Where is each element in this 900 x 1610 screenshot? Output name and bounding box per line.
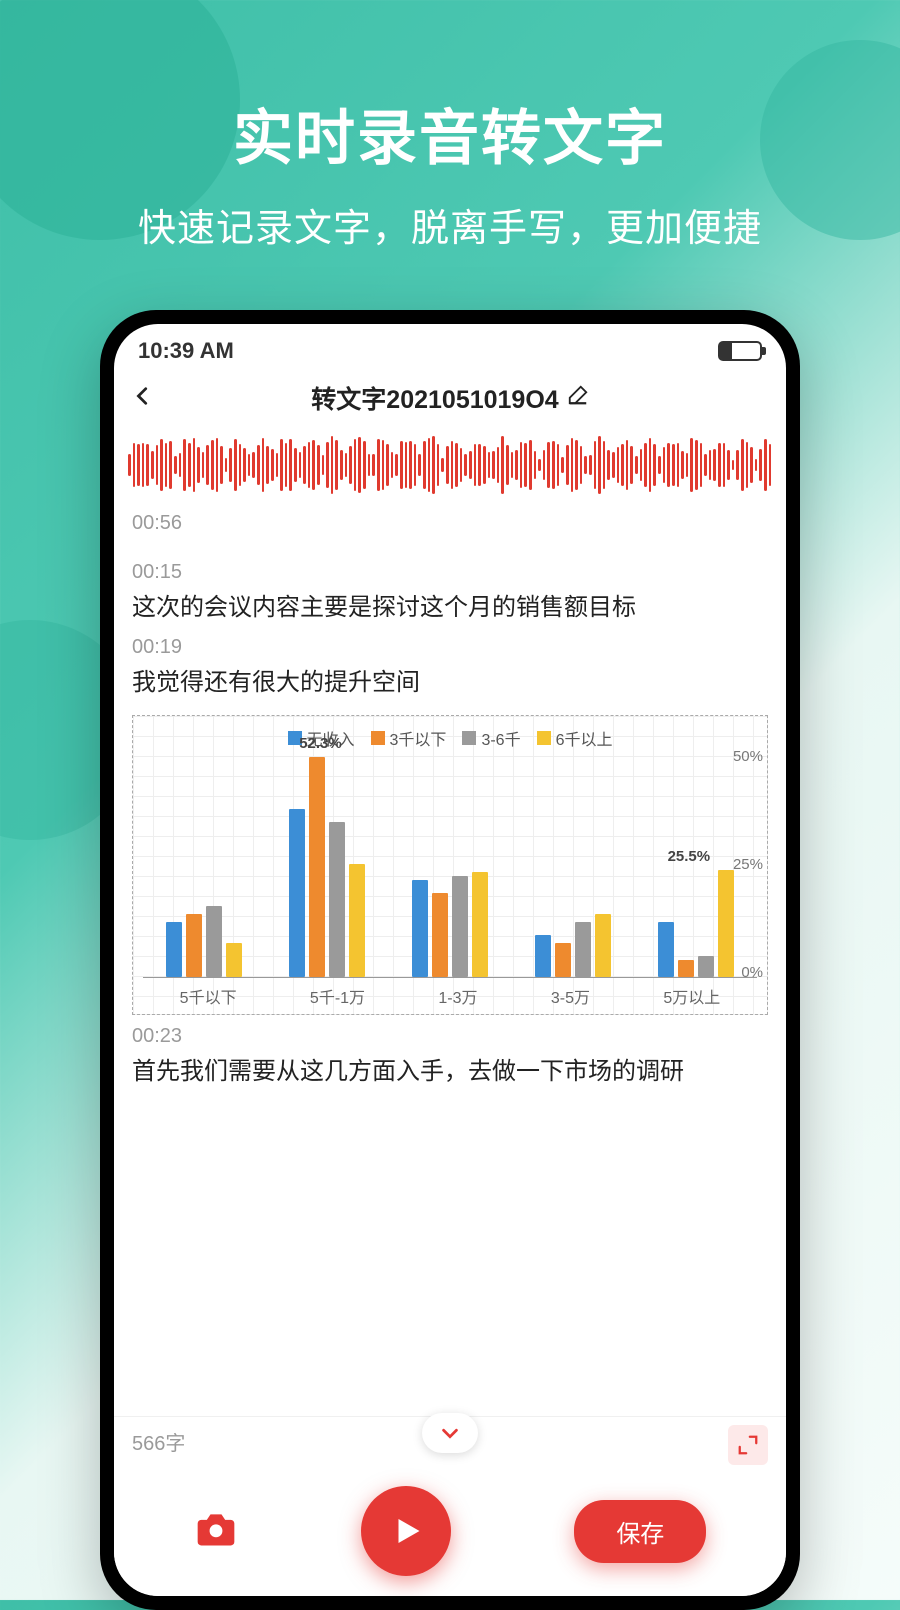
battery-icon <box>718 341 762 361</box>
bar <box>166 922 182 977</box>
bar <box>432 893 448 977</box>
y-tick: 50% <box>733 748 763 765</box>
bar <box>289 809 305 977</box>
footer-toolbar: 566字 保存 <box>114 1416 786 1596</box>
play-icon <box>388 1513 424 1549</box>
bar <box>412 880 428 977</box>
camera-button[interactable] <box>194 1507 238 1556</box>
bar-group <box>535 914 611 977</box>
back-icon[interactable] <box>132 385 154 412</box>
nav-header: 转文字2021051019O4 <box>114 370 786 430</box>
x-label: 3-5万 <box>551 984 590 1008</box>
bar <box>595 914 611 977</box>
chart-legend: 无收入3千以下3-6千6千以上 <box>143 726 757 750</box>
bar-group <box>166 906 242 977</box>
transcript-line: 我觉得还有很大的提升空间 <box>132 665 768 701</box>
bar <box>658 922 674 977</box>
transcript-area: 00:15 这次的会议内容主要是探讨这个月的销售额目标 00:19 我觉得还有很… <box>114 551 786 1416</box>
chart-plot: 52.3% 25.5% <box>143 758 757 978</box>
char-count: 566字 <box>132 1433 185 1455</box>
chart-xlabels: 5千以下 5千-1万 1-3万 3-5万 5万以上 <box>143 984 757 1008</box>
x-label: 1-3万 <box>438 984 477 1008</box>
y-tick: 25% <box>733 856 763 873</box>
expand-button[interactable] <box>728 1425 768 1465</box>
phone-frame: 10:39 AM 转文字2021051019O4 00:56 00:15 这次的… <box>100 310 800 1610</box>
collapse-button[interactable] <box>422 1413 478 1453</box>
x-label: 5千-1万 <box>310 984 365 1008</box>
bar <box>329 822 345 977</box>
timestamp: 00:23 <box>132 1025 768 1048</box>
status-bar: 10:39 AM <box>114 324 786 370</box>
bar <box>575 922 591 977</box>
x-label: 5千以下 <box>180 984 237 1008</box>
audio-waveform[interactable] <box>114 430 786 500</box>
bar <box>472 872 488 977</box>
bar <box>698 956 714 977</box>
bar <box>718 870 734 977</box>
transcript-line: 首先我们需要从这几方面入手，去做一下市场的调研 <box>132 1054 768 1090</box>
bar-group: 25.5% <box>658 870 734 977</box>
save-button[interactable]: 保存 <box>574 1500 706 1563</box>
timestamp: 00:15 <box>132 561 768 584</box>
edit-icon[interactable] <box>567 384 589 413</box>
document-title: 转文字2021051019O4 <box>311 380 558 416</box>
chart: 无收入3千以下3-6千6千以上 50% 25% 0% 52.3%25.5% 5千… <box>132 715 768 1015</box>
save-label: 保存 <box>616 1521 664 1548</box>
hero-subtitle: 快速记录文字，脱离手写，更加便捷 <box>0 197 900 252</box>
bar-group <box>412 872 488 977</box>
nav-title-wrap: 转文字2021051019O4 <box>166 380 734 416</box>
legend-item: 3千以下 <box>371 726 447 750</box>
bar <box>349 864 365 977</box>
playback-position: 00:56 <box>114 506 786 551</box>
y-tick: 0% <box>741 964 763 981</box>
bar <box>206 906 222 977</box>
hero-title: 实时录音转文字 <box>0 90 900 177</box>
bar <box>535 935 551 977</box>
bar <box>678 960 694 977</box>
chart-annotation: 52.3% <box>299 735 342 752</box>
status-time: 10:39 AM <box>138 338 234 364</box>
expand-icon <box>737 1434 759 1456</box>
hero-section: 实时录音转文字 快速记录文字，脱离手写，更加便捷 <box>0 0 900 252</box>
bar <box>186 914 202 977</box>
chart-annotation: 25.5% <box>668 848 711 865</box>
transcript-line: 这次的会议内容主要是探讨这个月的销售额目标 <box>132 590 768 626</box>
bar <box>452 876 468 977</box>
play-button[interactable] <box>361 1486 451 1576</box>
x-label: 5万以上 <box>663 984 720 1008</box>
bar <box>309 757 325 977</box>
legend-item: 6千以上 <box>537 726 613 750</box>
bar <box>555 943 571 977</box>
chevron-down-icon <box>439 1422 461 1444</box>
timestamp: 00:19 <box>132 636 768 659</box>
legend-item: 3-6千 <box>462 726 520 750</box>
bar <box>226 943 242 977</box>
screen: 10:39 AM 转文字2021051019O4 00:56 00:15 这次的… <box>114 324 786 1596</box>
bar-group: 52.3% <box>289 757 365 977</box>
